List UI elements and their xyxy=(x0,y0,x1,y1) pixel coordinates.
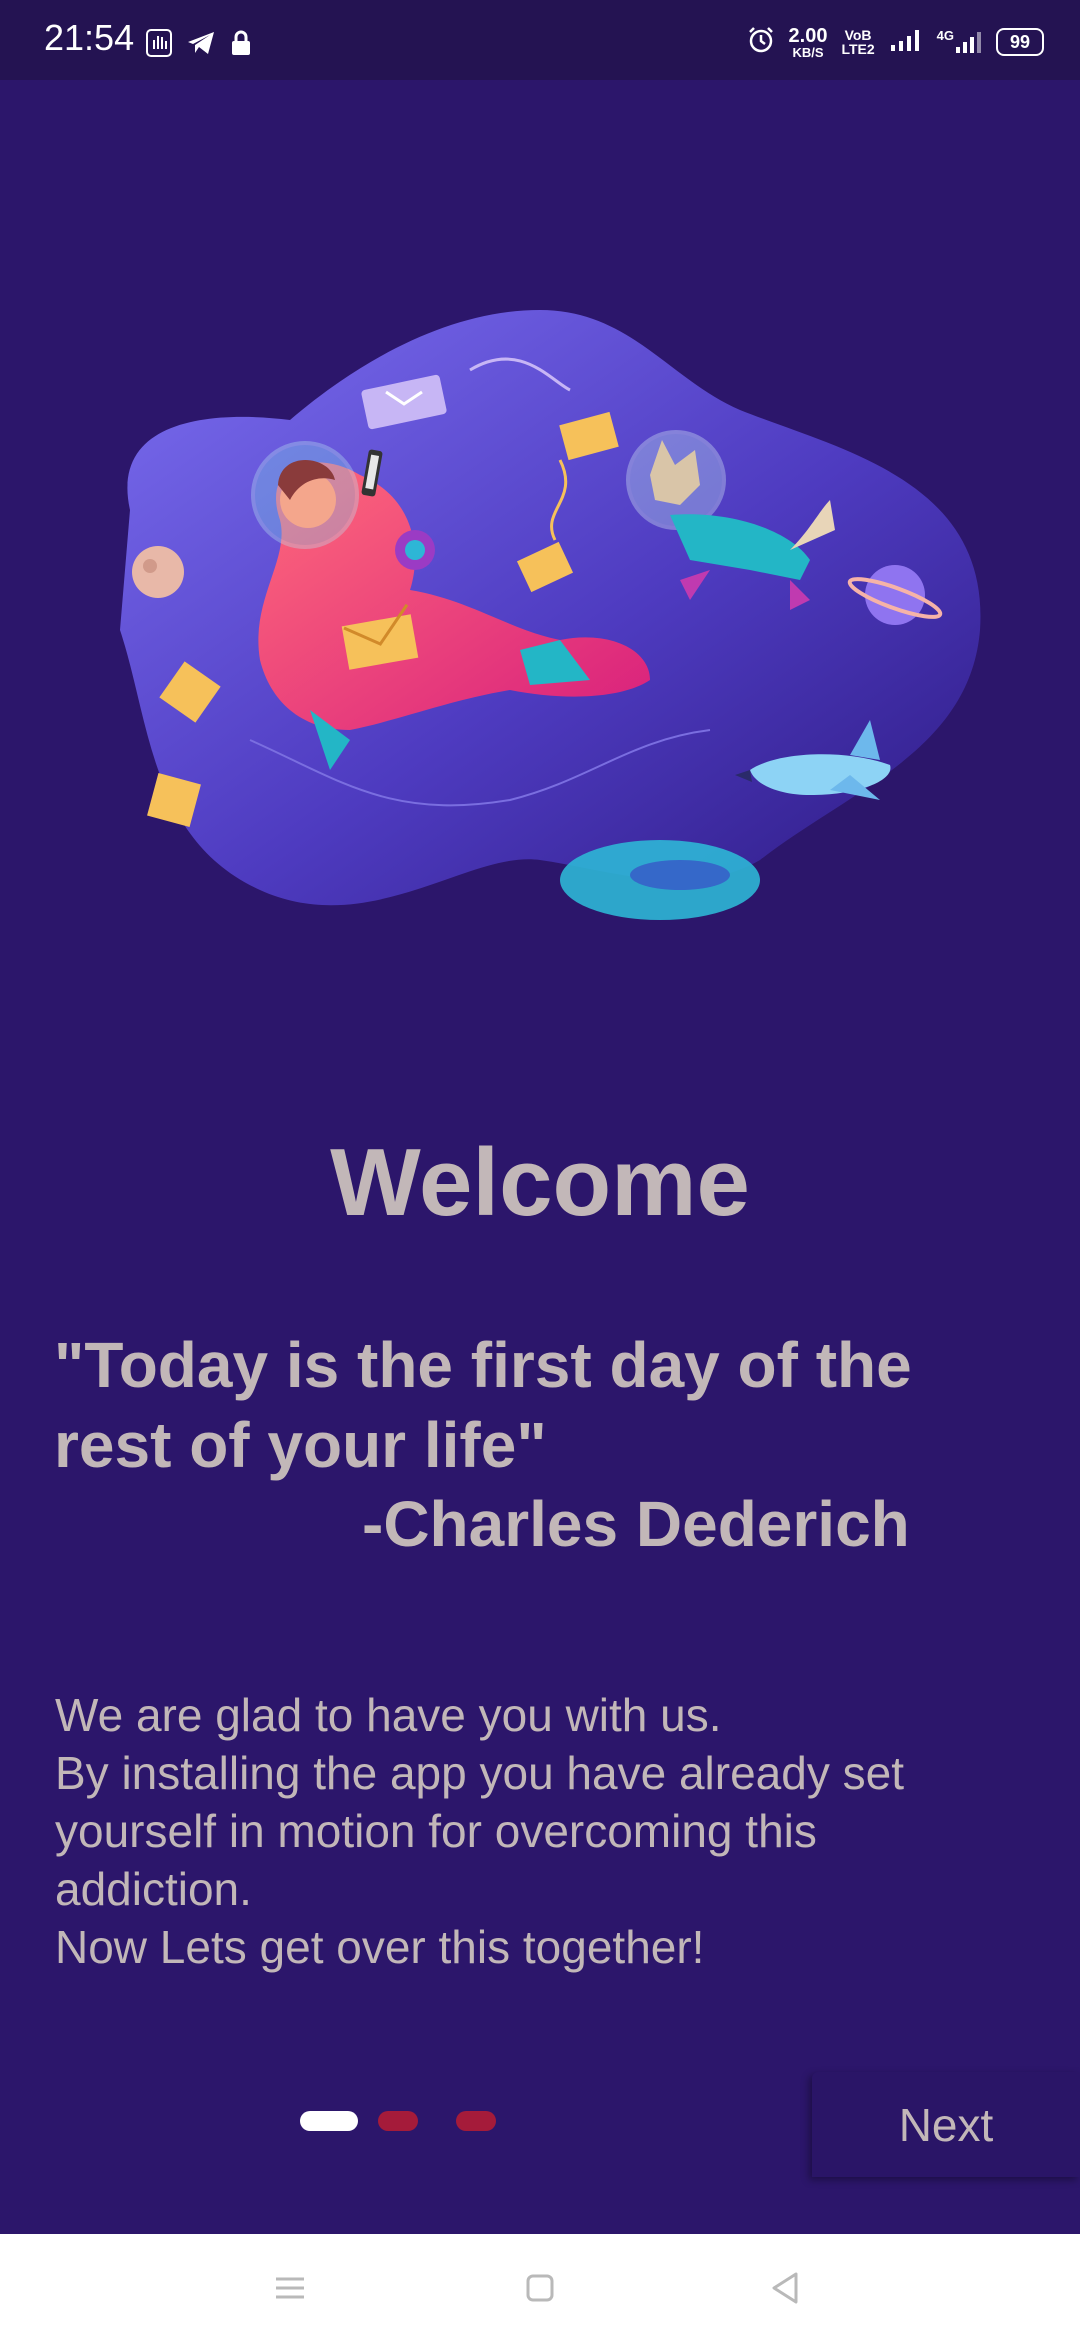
page-dot-active[interactable] xyxy=(300,2111,358,2131)
volte-indicator: VoB LTE2 xyxy=(841,28,874,56)
welcome-message-line: Now Lets get over this together! xyxy=(55,1921,705,1973)
system-navigation-bar xyxy=(0,2234,1080,2340)
telegram-icon xyxy=(186,30,216,61)
welcome-message-line: By installing the app you have already s… xyxy=(55,1747,904,1799)
quote-author: -Charles Dederich xyxy=(362,1488,910,1560)
net-speed-value: 2.00 xyxy=(788,24,828,47)
quote-line-1: "Today is the first day of the xyxy=(54,1329,912,1401)
alarm-icon xyxy=(747,26,775,59)
astronaut-and-dog-in-space-illustration xyxy=(120,310,981,920)
status-system-icons: 2.00 KB/S VoB LTE2 4G 99 xyxy=(747,24,1044,60)
status-time: 21:54 xyxy=(44,17,135,58)
status-bar: 21:54 2.00 KB/S VoB LTE2 4G 99 xyxy=(0,0,1080,80)
signal-4g-icon: 4G xyxy=(937,29,982,55)
welcome-message-line: yourself in motion for overcoming this xyxy=(55,1805,817,1857)
page-indicator xyxy=(300,2111,534,2131)
hand-notification-icon xyxy=(146,28,172,62)
welcome-title: Welcome xyxy=(330,1129,750,1236)
net-speed-unit: KB/S xyxy=(792,44,824,60)
quote-line-2: rest of your life" xyxy=(54,1409,547,1481)
next-button[interactable]: Next xyxy=(812,2072,1080,2177)
battery-icon: 99 xyxy=(996,28,1044,56)
status-notification-icons xyxy=(146,28,252,62)
page-dot[interactable] xyxy=(456,2111,496,2131)
page-dot[interactable] xyxy=(378,2111,418,2131)
welcome-message-line: We are glad to have you with us. xyxy=(55,1689,722,1741)
network-type-label: 4G xyxy=(936,28,954,43)
signal-icon xyxy=(889,27,923,58)
menu-icon[interactable] xyxy=(270,2268,310,2308)
welcome-message: We are glad to have you with us. By inst… xyxy=(55,1686,1055,1976)
back-icon[interactable] xyxy=(766,2268,806,2308)
lock-icon xyxy=(230,30,252,61)
battery-level: 99 xyxy=(1009,31,1031,52)
welcome-message-line: addiction. xyxy=(55,1863,252,1915)
home-icon[interactable] xyxy=(520,2268,560,2308)
quote: "Today is the first day of the rest of y… xyxy=(54,1325,984,1485)
volte-top: VoB xyxy=(844,27,872,43)
net-speed: 2.00 KB/S xyxy=(789,26,828,59)
volte-bottom: LTE2 xyxy=(841,41,875,57)
